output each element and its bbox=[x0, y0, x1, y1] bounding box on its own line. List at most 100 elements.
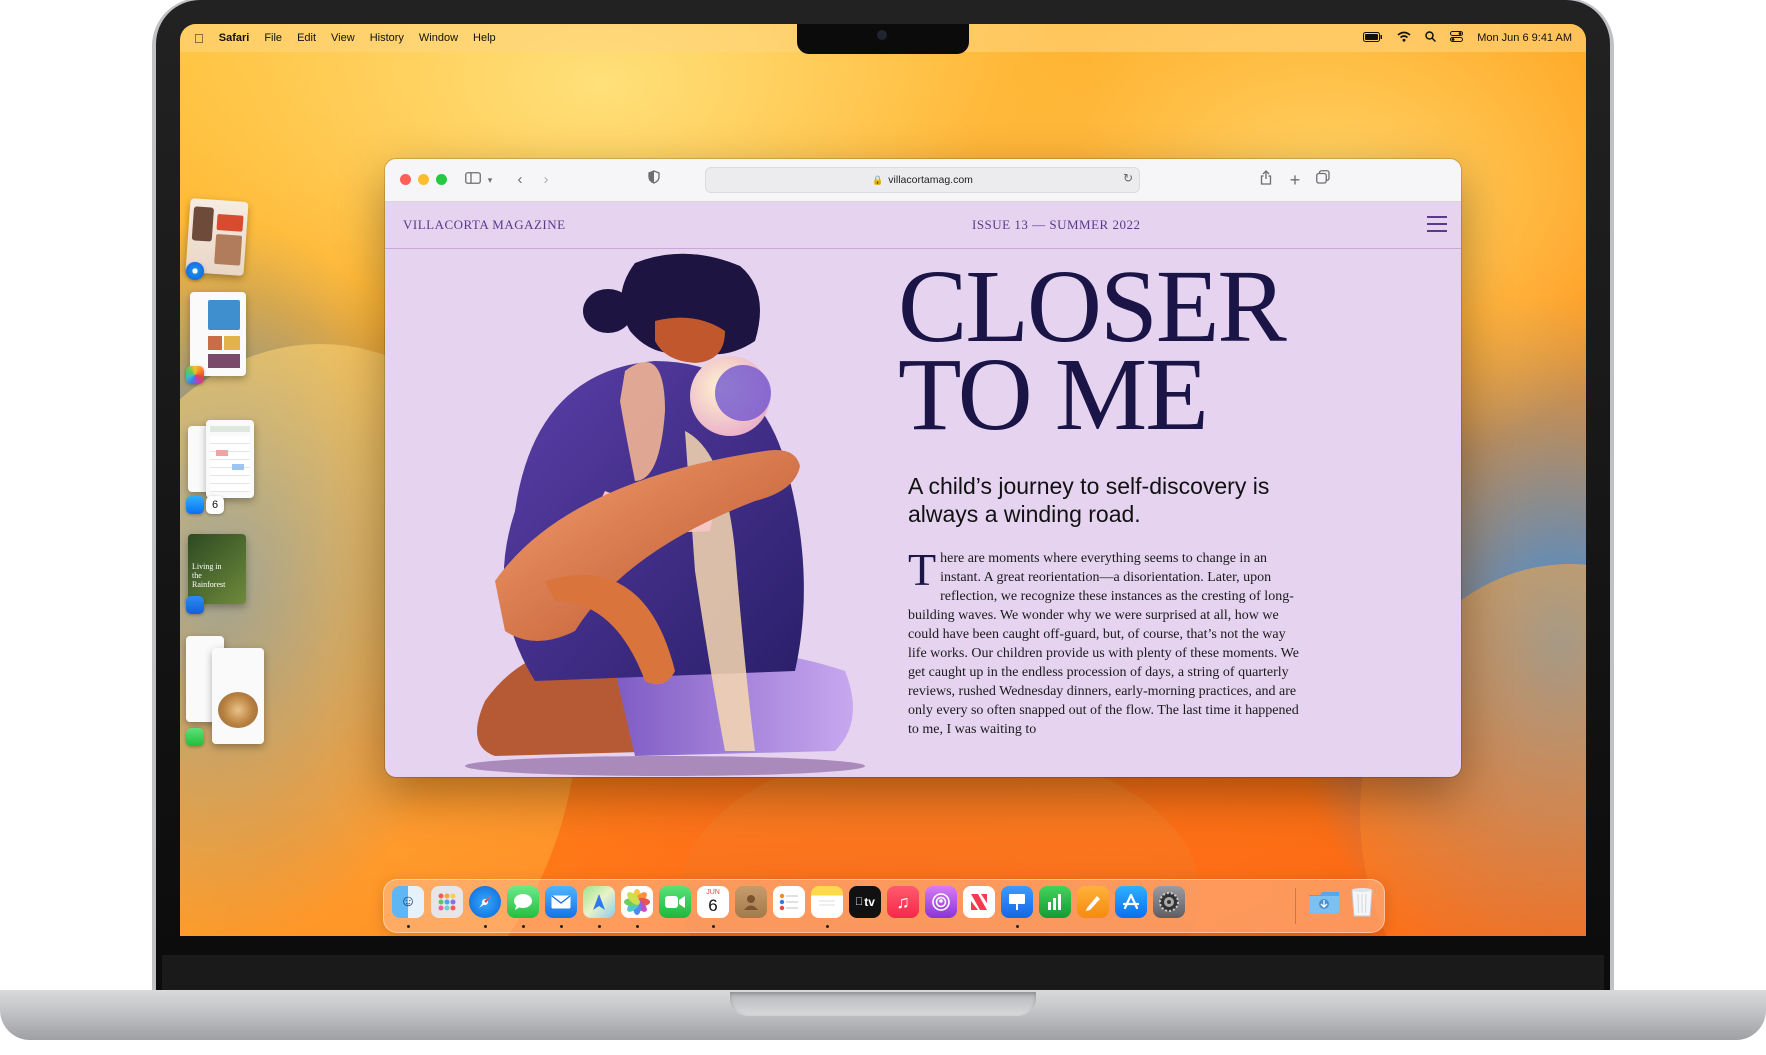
dock: ☺ JUN 6 tv ♫ bbox=[383, 879, 1385, 933]
maps-icon[interactable] bbox=[583, 886, 615, 918]
calendar-icon: 6 bbox=[206, 496, 224, 514]
stage-manager-group-safari[interactable] bbox=[184, 198, 250, 282]
finder-icon[interactable]: ☺ bbox=[392, 886, 424, 918]
pages-icon[interactable] bbox=[1077, 886, 1109, 918]
calendar-day: 6 bbox=[211, 499, 219, 511]
running-indicator bbox=[407, 925, 410, 928]
tv-label: tv bbox=[860, 895, 875, 909]
messages-icon[interactable] bbox=[507, 886, 539, 918]
mail-icon[interactable] bbox=[545, 886, 577, 918]
menu-window[interactable]: Window bbox=[419, 32, 458, 44]
magazine-name[interactable]: VILLACORTA MAGAZINE bbox=[403, 217, 566, 233]
zoom-window-button[interactable] bbox=[436, 174, 447, 185]
safari-toolbar: ▾ ‹ › 🔒 villacortamag.com ↻ + bbox=[385, 159, 1461, 202]
running-indicator bbox=[826, 925, 829, 928]
appletv-icon[interactable]: tv bbox=[849, 886, 881, 918]
magazine-header: VILLACORTA MAGAZINE ISSUE 13 — SUMMER 20… bbox=[385, 201, 1461, 249]
running-indicator bbox=[484, 925, 487, 928]
article-subheadline: A child’s journey to self-discovery is a… bbox=[908, 473, 1270, 527]
messages-icon bbox=[186, 728, 204, 746]
window-controls bbox=[400, 174, 447, 185]
stage-thumbnail bbox=[190, 292, 246, 376]
issue-label: ISSUE 13 — SUMMER 2022 bbox=[972, 217, 1141, 232]
close-window-button[interactable] bbox=[400, 174, 411, 185]
wifi-icon[interactable] bbox=[1397, 31, 1411, 45]
apple-logo-icon:  bbox=[855, 896, 863, 908]
downloads-folder-icon[interactable] bbox=[1308, 886, 1340, 918]
notes-icon[interactable] bbox=[811, 886, 843, 918]
running-indicator bbox=[636, 925, 639, 928]
article-illustration bbox=[465, 253, 865, 776]
app-store-icon[interactable] bbox=[1115, 886, 1147, 918]
safari-icon[interactable] bbox=[469, 886, 501, 918]
back-button[interactable]: ‹ bbox=[512, 170, 528, 190]
minimize-window-button[interactable] bbox=[418, 174, 429, 185]
battery-icon[interactable] bbox=[1363, 31, 1383, 45]
menu-clock[interactable]: Mon Jun 6 9:41 AM bbox=[1477, 32, 1572, 44]
stage-thumbnail bbox=[206, 420, 254, 498]
safari-icon bbox=[186, 262, 204, 280]
photos-icon bbox=[186, 366, 204, 384]
reminders-icon[interactable] bbox=[773, 886, 805, 918]
calendar-day: 6 bbox=[708, 896, 718, 915]
running-indicator bbox=[598, 925, 601, 928]
running-indicator bbox=[712, 925, 715, 928]
address-bar[interactable]: 🔒 villacortamag.com ↻ bbox=[705, 167, 1140, 193]
contacts-icon[interactable] bbox=[735, 886, 767, 918]
stage-manager-group-messages[interactable] bbox=[184, 630, 264, 750]
music-icon[interactable]: ♫ bbox=[887, 886, 919, 918]
control-center-icon[interactable] bbox=[1450, 31, 1464, 45]
laptop-chin bbox=[162, 955, 1604, 993]
lock-icon: 🔒 bbox=[872, 174, 884, 185]
desktop-screen:  Safari File Edit View History Window H… bbox=[180, 24, 1586, 936]
menu-history[interactable]: History bbox=[370, 32, 404, 44]
apple-icon[interactable]:  bbox=[194, 31, 204, 46]
privacy-shield-icon[interactable] bbox=[647, 170, 661, 190]
hamburger-menu-icon[interactable] bbox=[1427, 216, 1447, 232]
chevron-down-icon[interactable]: ▾ bbox=[485, 170, 495, 190]
keynote-slide-title: Living in the Rainforest bbox=[192, 562, 226, 589]
share-icon[interactable] bbox=[1258, 170, 1274, 190]
spotlight-search-icon[interactable] bbox=[1425, 31, 1437, 45]
numbers-icon[interactable] bbox=[1039, 886, 1071, 918]
news-icon[interactable] bbox=[963, 886, 995, 918]
drop-cap: T bbox=[908, 549, 937, 595]
stage-manager-group-photos[interactable] bbox=[184, 292, 250, 384]
tab-overview-icon[interactable] bbox=[1315, 170, 1331, 190]
keynote-icon[interactable] bbox=[1001, 886, 1033, 918]
address-text: villacortamag.com bbox=[888, 174, 973, 186]
running-indicator bbox=[560, 925, 563, 928]
article-headline: CLOSER TO ME bbox=[898, 255, 1418, 452]
menu-help[interactable]: Help bbox=[473, 32, 496, 44]
menu-view[interactable]: View bbox=[331, 32, 355, 44]
photos-icon[interactable] bbox=[621, 886, 653, 918]
camera-notch bbox=[797, 24, 969, 54]
stage-thumbnail: Living in the Rainforest bbox=[188, 534, 246, 604]
menu-app-name[interactable]: Safari bbox=[219, 32, 250, 44]
stage-thumbnail bbox=[212, 648, 264, 744]
podcasts-icon[interactable] bbox=[925, 886, 957, 918]
article-text: here are moments where everything seems … bbox=[908, 551, 1299, 737]
app-store-icon bbox=[186, 496, 204, 514]
keynote-icon bbox=[186, 596, 204, 614]
facetime-icon[interactable] bbox=[659, 886, 691, 918]
system-settings-icon[interactable] bbox=[1153, 886, 1185, 918]
headline-line-2: TO ME bbox=[898, 337, 1209, 452]
new-tab-icon[interactable]: + bbox=[1287, 170, 1303, 190]
stage-manager-group-keynote[interactable]: Living in the Rainforest bbox=[184, 534, 250, 620]
dock-separator bbox=[1295, 888, 1296, 924]
running-indicator bbox=[1016, 925, 1019, 928]
menu-edit[interactable]: Edit bbox=[297, 32, 316, 44]
forward-button[interactable]: › bbox=[538, 170, 554, 190]
safari-window: ▾ ‹ › 🔒 villacortamag.com ↻ + VILLACORTA… bbox=[385, 159, 1461, 777]
calendar-icon[interactable]: JUN 6 bbox=[697, 886, 729, 918]
running-indicator bbox=[522, 925, 525, 928]
trash-icon[interactable] bbox=[1346, 886, 1378, 918]
reload-icon[interactable]: ↻ bbox=[1123, 171, 1133, 185]
stage-manager-group-calendar[interactable]: 6 bbox=[184, 420, 256, 514]
menu-file[interactable]: File bbox=[264, 32, 282, 44]
laptop-opening-notch bbox=[730, 992, 1036, 1016]
article-body: T here are moments where everything seem… bbox=[908, 549, 1300, 777]
launchpad-icon[interactable] bbox=[431, 886, 463, 918]
sidebar-toggle-icon[interactable] bbox=[463, 170, 483, 190]
